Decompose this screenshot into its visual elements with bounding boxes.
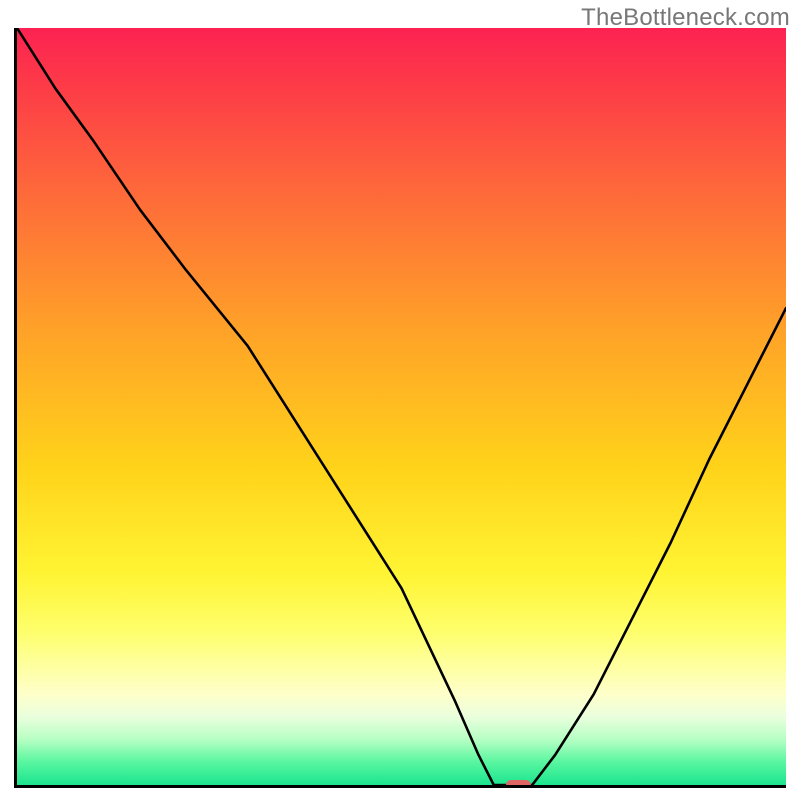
chart-container: TheBottleneck.com xyxy=(0,0,800,800)
plot-area xyxy=(14,28,786,788)
optimal-marker xyxy=(506,780,531,788)
bottleneck-curve xyxy=(17,28,786,785)
